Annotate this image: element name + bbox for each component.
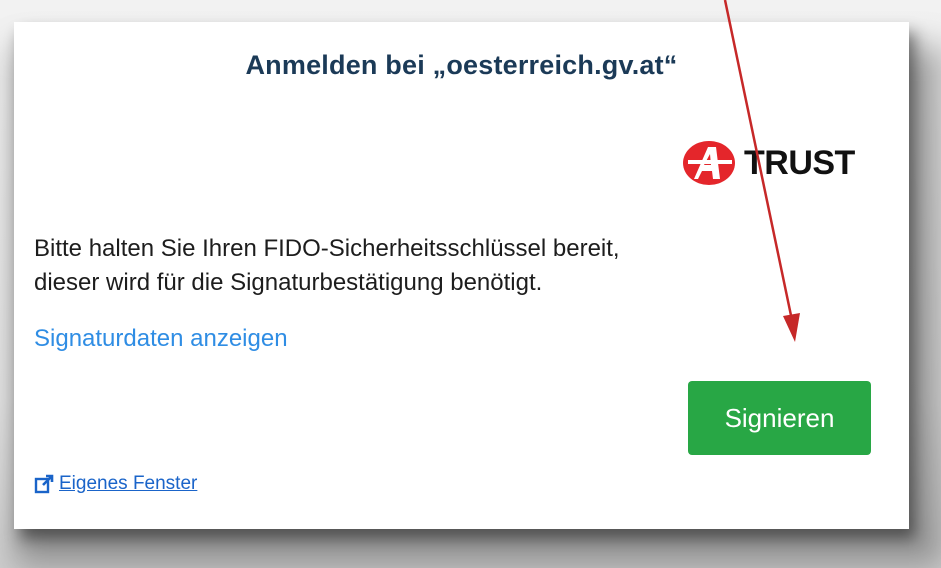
signature-dialog: Anmelden bei „oesterreich.gv.at“ TRUST B…: [14, 22, 909, 529]
sign-button[interactable]: Signieren: [688, 381, 871, 455]
dialog-title: Anmelden bei „oesterreich.gv.at“: [245, 50, 678, 80]
a-trust-logo-icon: [683, 141, 735, 185]
instruction-message: Bitte halten Sie Ihren FIDO-Sicherheitss…: [34, 232, 864, 300]
message-line-1: Bitte halten Sie Ihren FIDO-Sicherheitss…: [34, 235, 620, 262]
own-window-label: Eigenes Fenster: [59, 473, 198, 494]
external-link-icon: [34, 474, 54, 494]
a-trust-logo: TRUST: [680, 138, 855, 188]
show-signature-data-link[interactable]: Signaturdaten anzeigen: [34, 325, 288, 353]
logo-text: TRUST: [744, 143, 855, 182]
message-line-2: dieser wird für die Signaturbestätigung …: [34, 269, 543, 296]
own-window-link[interactable]: Eigenes Fenster: [34, 473, 197, 495]
